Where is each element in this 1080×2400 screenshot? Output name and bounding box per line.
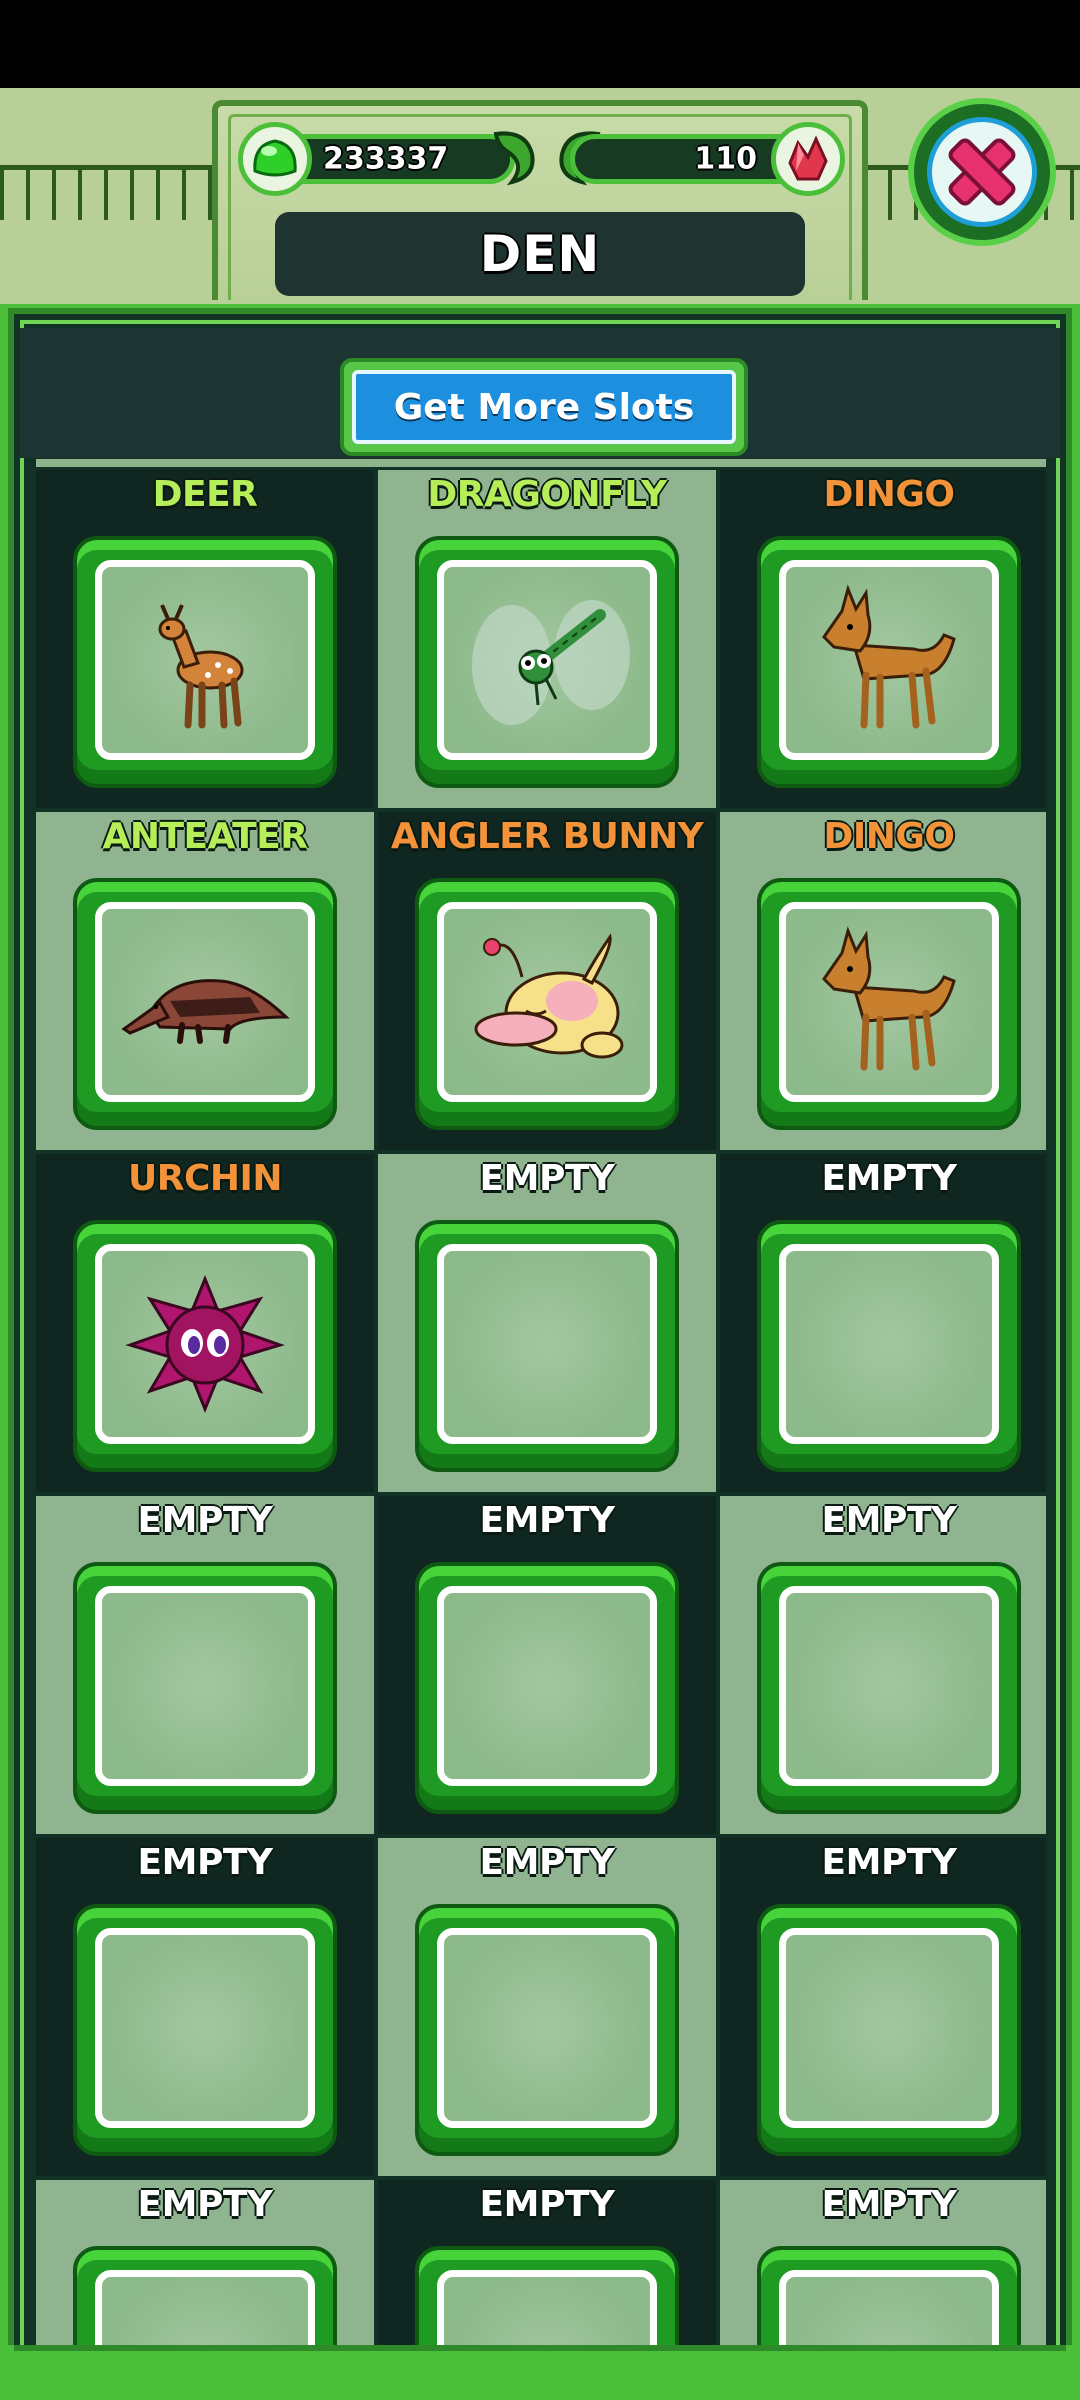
slot-portrait xyxy=(779,902,999,1102)
slot-portrait xyxy=(437,2270,657,2350)
slot-portrait xyxy=(437,560,657,760)
slot-creature-name: DINGO xyxy=(823,816,955,857)
slot-creature-name: DRAGONFLY xyxy=(427,474,667,515)
slot-creature-name: EMPTY xyxy=(821,2184,957,2225)
den-slot[interactable]: DINGO xyxy=(720,470,1046,808)
den-slot[interactable]: EMPTY xyxy=(378,1154,716,1492)
dragonfly-icon xyxy=(472,600,630,725)
slot-creature-name: EMPTY xyxy=(821,1500,957,1541)
slot-portrait xyxy=(779,1586,999,1786)
slot-creature-name: ANGLER BUNNY xyxy=(390,816,704,857)
close-button-face xyxy=(927,117,1037,227)
slot-portrait xyxy=(95,1586,315,1786)
den-slot[interactable]: EMPTY xyxy=(36,1838,374,2176)
slot-frame[interactable] xyxy=(73,1904,337,2156)
close-button[interactable] xyxy=(908,98,1056,246)
slot-creature-name: EMPTY xyxy=(137,1842,273,1883)
slot-portrait xyxy=(95,902,315,1102)
slot-frame[interactable] xyxy=(73,878,337,1130)
slot-creature-name: ANTEATER xyxy=(102,816,308,857)
den-slot-grid: DEER DRAGONFLY DINGO ANTEATER ANGLER BUN… xyxy=(36,470,1046,2350)
slot-portrait xyxy=(95,2270,315,2350)
den-slot[interactable]: EMPTY xyxy=(36,1496,374,1834)
slot-frame[interactable] xyxy=(415,2246,679,2350)
slot-frame[interactable] xyxy=(757,878,1021,1130)
slot-frame[interactable] xyxy=(757,1562,1021,1814)
slot-frame[interactable] xyxy=(415,1220,679,1472)
den-slot[interactable]: EMPTY xyxy=(720,1838,1046,2176)
slot-frame[interactable] xyxy=(415,878,679,1130)
get-more-slots-button[interactable]: Get More Slots xyxy=(340,358,748,456)
leaf-ornament-icon xyxy=(493,131,535,186)
slot-creature-name: URCHIN xyxy=(127,1158,283,1199)
slot-creature-name: DINGO xyxy=(823,474,955,515)
den-slot[interactable]: URCHIN xyxy=(36,1154,374,1492)
den-panel: Get More Slots DEER DRAGONFLY DINGO ANTE… xyxy=(0,304,1080,2400)
page-title-plate: DEN xyxy=(275,212,805,296)
slot-frame[interactable] xyxy=(757,1220,1021,1472)
slot-creature-name: EMPTY xyxy=(821,1842,957,1883)
den-slot[interactable]: EMPTY xyxy=(720,1154,1046,1492)
den-slot[interactable]: EMPTY xyxy=(720,1496,1046,1834)
dingo-icon xyxy=(822,926,956,1071)
slot-creature-name: EMPTY xyxy=(821,1158,957,1199)
gel-count: 233337 xyxy=(323,141,449,177)
get-more-slots-label: Get More Slots xyxy=(393,386,695,428)
slot-frame[interactable] xyxy=(415,536,679,788)
slot-portrait xyxy=(779,1928,999,2128)
slot-portrait xyxy=(779,2270,999,2350)
gem-count: 110 xyxy=(694,141,757,177)
slot-frame[interactable] xyxy=(415,1904,679,2156)
slot-frame[interactable] xyxy=(415,1562,679,1814)
dingo-icon xyxy=(822,584,956,729)
slot-frame[interactable] xyxy=(757,2246,1021,2350)
slot-portrait xyxy=(779,1244,999,1444)
slot-creature-name: EMPTY xyxy=(137,1500,273,1541)
slot-creature-name: DEER xyxy=(152,474,258,515)
slot-frame[interactable] xyxy=(757,1904,1021,2156)
get-more-slots-face: Get More Slots xyxy=(352,370,736,444)
slot-creature-name: EMPTY xyxy=(479,2184,615,2225)
grid-divider xyxy=(36,459,1046,467)
page-title: DEN xyxy=(479,225,601,283)
slot-portrait xyxy=(95,1244,315,1444)
slot-creature-name: EMPTY xyxy=(479,1500,615,1541)
slot-portrait xyxy=(779,560,999,760)
den-slot[interactable]: EMPTY xyxy=(720,2180,1046,2350)
panel-bottom-border xyxy=(0,2345,1080,2400)
den-slot[interactable]: EMPTY xyxy=(378,2180,716,2350)
slot-frame[interactable] xyxy=(757,536,1021,788)
slot-portrait xyxy=(95,1928,315,2128)
slot-portrait xyxy=(437,1928,657,2128)
red-crystal-icon xyxy=(771,122,845,196)
slot-frame[interactable] xyxy=(73,1562,337,1814)
urchin-icon xyxy=(125,1275,285,1413)
anteater-icon xyxy=(121,979,290,1044)
den-slot[interactable]: EMPTY xyxy=(378,1496,716,1834)
den-slot[interactable]: EMPTY xyxy=(36,2180,374,2350)
den-slot[interactable]: EMPTY xyxy=(378,1838,716,2176)
slot-creature-name: EMPTY xyxy=(479,1842,615,1883)
den-slot[interactable]: DRAGONFLY xyxy=(378,470,716,808)
angler-bunny-icon xyxy=(474,933,624,1059)
den-slot[interactable]: DINGO xyxy=(720,812,1046,1150)
status-bar xyxy=(0,0,1080,88)
deer-icon xyxy=(158,604,244,729)
slot-frame[interactable] xyxy=(73,536,337,788)
slot-creature-name: EMPTY xyxy=(479,1158,615,1199)
close-icon xyxy=(948,138,1016,206)
slot-portrait xyxy=(437,902,657,1102)
slot-creature-name: EMPTY xyxy=(137,2184,273,2225)
slot-frame[interactable] xyxy=(73,1220,337,1472)
den-slot[interactable]: ANGLER BUNNY xyxy=(378,812,716,1150)
slot-portrait xyxy=(437,1244,657,1444)
slot-frame[interactable] xyxy=(73,2246,337,2350)
den-slot[interactable]: ANTEATER xyxy=(36,812,374,1150)
den-slot[interactable]: DEER xyxy=(36,470,374,808)
slot-portrait xyxy=(95,560,315,760)
slot-portrait xyxy=(437,1586,657,1786)
green-gel-icon xyxy=(238,122,312,196)
fence-decoration-left xyxy=(0,165,215,220)
